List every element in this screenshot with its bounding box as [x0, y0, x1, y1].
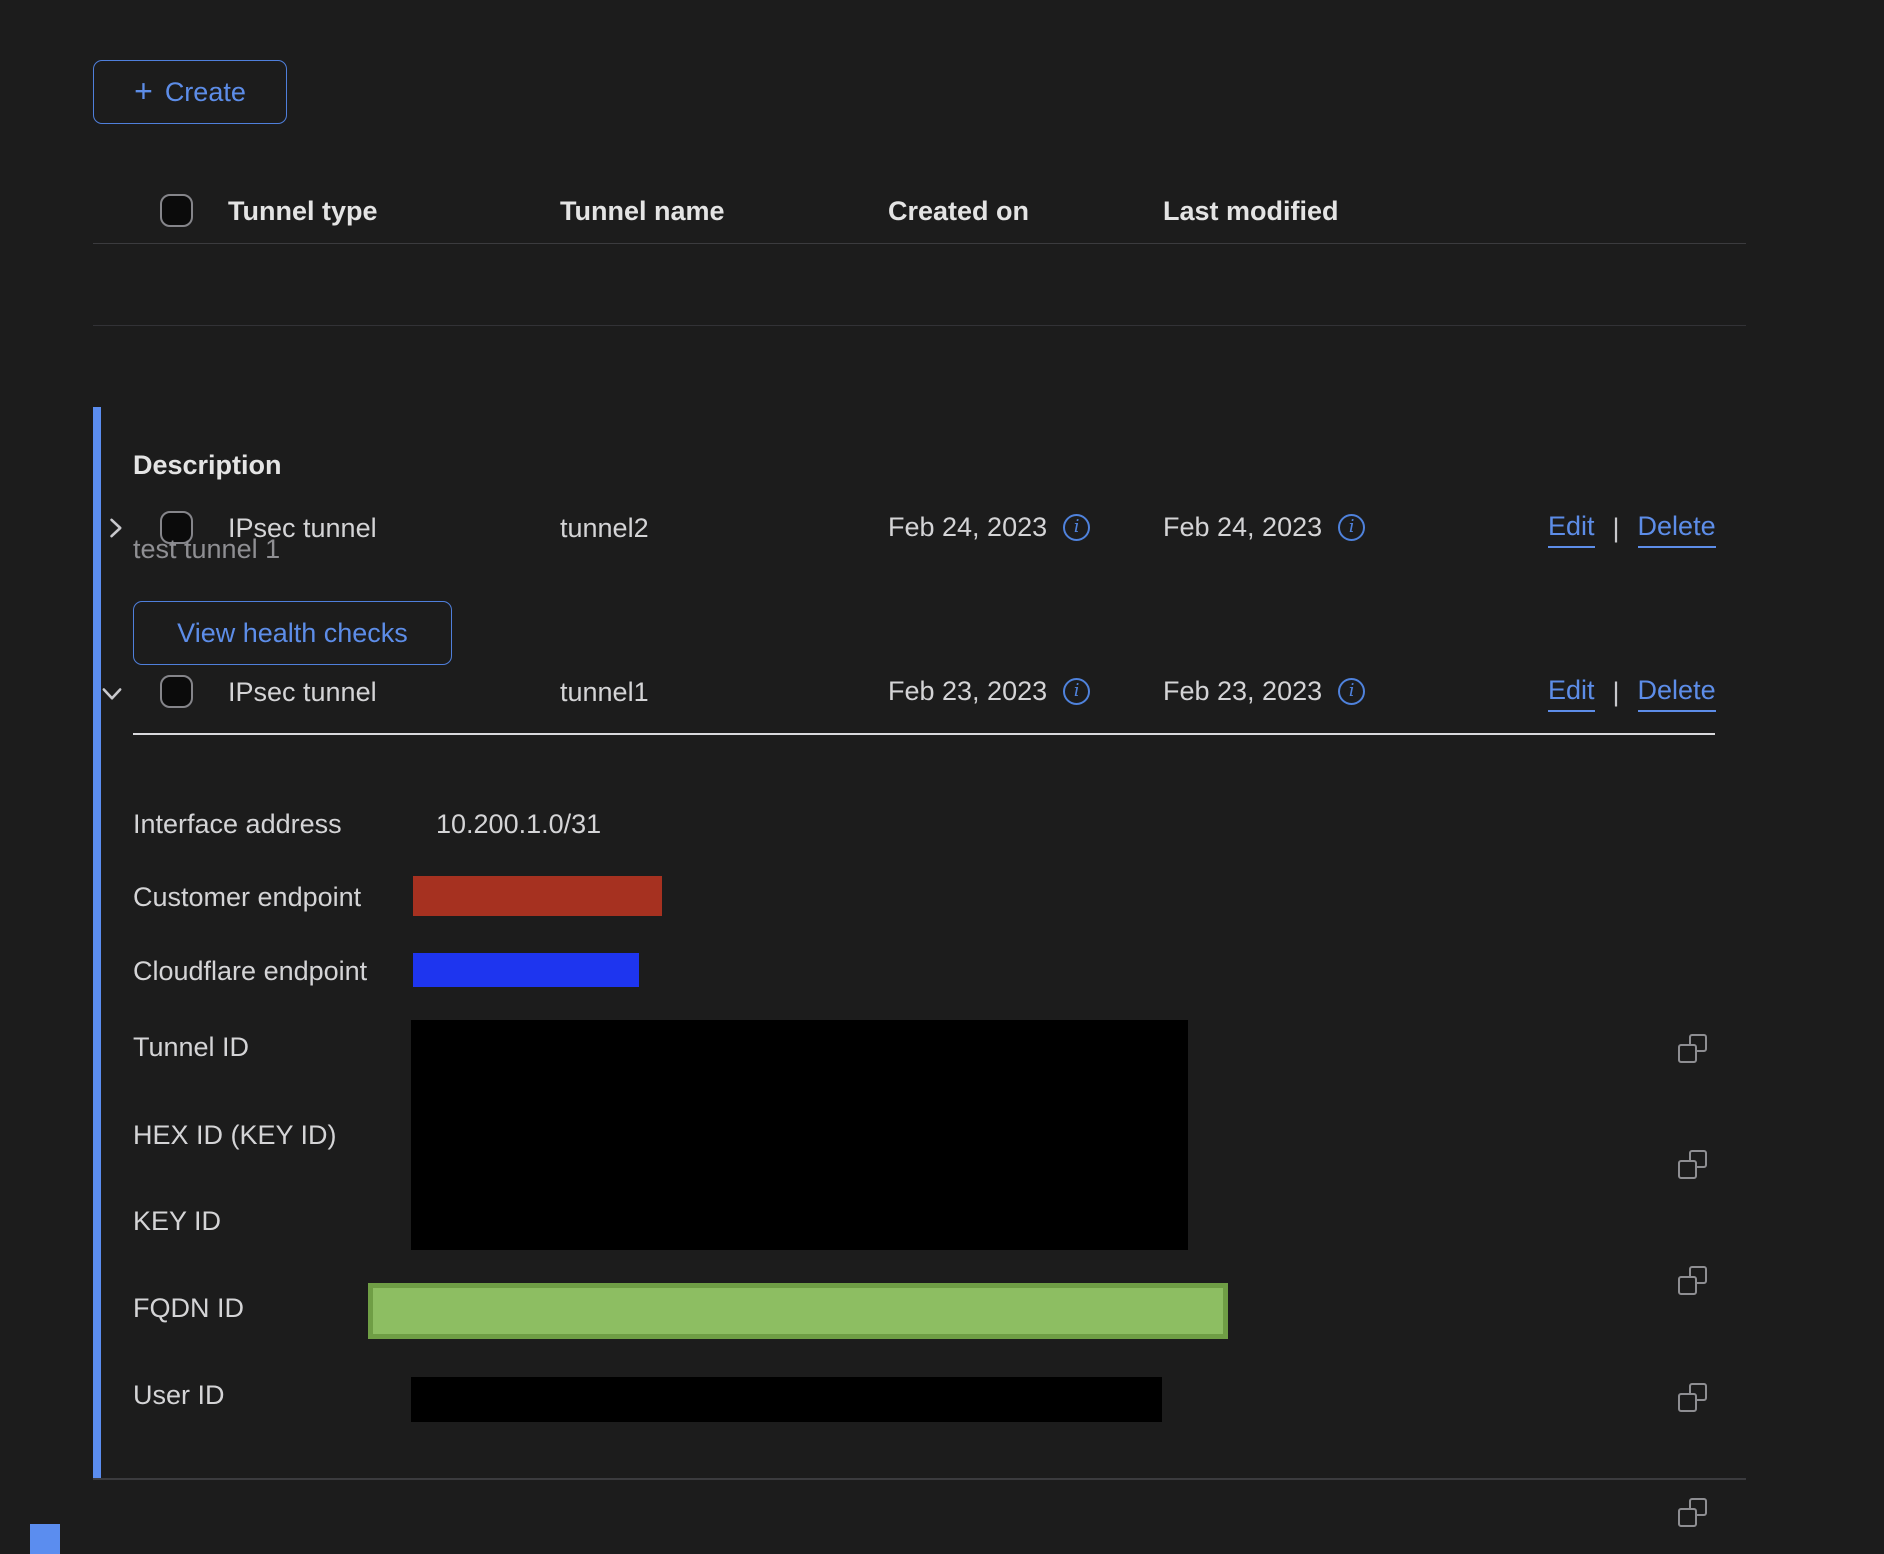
copy-hex-id-button[interactable]: [1678, 1150, 1707, 1179]
info-icon[interactable]: i: [1338, 678, 1365, 705]
description-value: test tunnel 1: [133, 531, 280, 567]
table-bottom-divider: [93, 1478, 1746, 1480]
tunnel-name-cell: tunnel2: [560, 510, 649, 546]
select-all-checkbox[interactable]: [160, 194, 193, 227]
view-health-checks-label: View health checks: [177, 618, 408, 649]
create-button[interactable]: + Create: [93, 60, 287, 124]
table-row: IPsec tunnel tunnel1 Feb 23, 2023 i Feb …: [0, 325, 1884, 407]
cloudflare-endpoint-redacted-value: [413, 953, 639, 987]
copy-key-id-button[interactable]: [1678, 1266, 1707, 1295]
tunnel-name-cell: tunnel1: [560, 674, 649, 710]
expanded-row-indicator-bar: [93, 407, 101, 1478]
key-id-label: KEY ID: [133, 1203, 221, 1239]
copy-tunnel-id-button[interactable]: [1678, 1034, 1707, 1063]
fqdn-id-redacted-value: [368, 1283, 1228, 1339]
last-modified-cell: Feb 23, 2023: [1163, 673, 1322, 709]
delete-link[interactable]: Delete: [1638, 673, 1716, 712]
column-header-created-on: Created on: [888, 193, 1029, 229]
link-separator: |: [1613, 513, 1620, 544]
user-id-label: User ID: [133, 1377, 225, 1413]
description-label: Description: [133, 447, 282, 483]
link-separator: |: [1613, 677, 1620, 708]
row-checkbox[interactable]: [160, 675, 193, 708]
viewport-edge-blue-fragment: [30, 1524, 60, 1554]
collapse-row-button[interactable]: [97, 678, 127, 708]
create-button-label: Create: [165, 77, 246, 108]
column-header-tunnel-name: Tunnel name: [560, 193, 725, 229]
chevron-right-icon: [101, 514, 129, 542]
created-on-cell: Feb 23, 2023: [888, 673, 1047, 709]
tunnel-type-cell: IPsec tunnel: [228, 674, 377, 710]
customer-endpoint-label: Customer endpoint: [133, 879, 361, 915]
view-health-checks-button[interactable]: View health checks: [133, 601, 452, 665]
section-divider: [133, 733, 1715, 735]
column-header-tunnel-type: Tunnel type: [228, 193, 378, 229]
interface-address-label: Interface address: [133, 806, 342, 842]
info-icon[interactable]: i: [1063, 678, 1090, 705]
tunnels-page: + Create Tunnel type Tunnel name Created…: [0, 0, 1884, 1554]
expand-row-button[interactable]: [100, 513, 130, 543]
table-row: IPsec tunnel tunnel2 Feb 24, 2023 i Feb …: [0, 243, 1884, 325]
interface-address-value: 10.200.1.0/31: [436, 806, 601, 842]
cloudflare-endpoint-label: Cloudflare endpoint: [133, 953, 367, 989]
edit-link[interactable]: Edit: [1548, 673, 1595, 712]
last-modified-cell: Feb 24, 2023: [1163, 509, 1322, 545]
hex-id-label: HEX ID (KEY ID): [133, 1117, 337, 1153]
created-on-cell: Feb 24, 2023: [888, 509, 1047, 545]
chevron-down-icon: [98, 679, 126, 707]
copy-fqdn-id-button[interactable]: [1678, 1383, 1707, 1412]
edit-link[interactable]: Edit: [1548, 509, 1595, 548]
user-id-redacted-value: [411, 1377, 1162, 1422]
column-header-last-modified: Last modified: [1163, 193, 1339, 229]
info-icon[interactable]: i: [1063, 514, 1090, 541]
tunnel-hex-key-redacted-values: [411, 1020, 1188, 1250]
fqdn-id-label: FQDN ID: [133, 1290, 244, 1326]
copy-user-id-button[interactable]: [1678, 1498, 1707, 1527]
plus-icon: +: [134, 76, 153, 106]
customer-endpoint-redacted-value: [413, 876, 662, 916]
tunnel-id-label: Tunnel ID: [133, 1029, 249, 1065]
delete-link[interactable]: Delete: [1638, 509, 1716, 548]
info-icon[interactable]: i: [1338, 514, 1365, 541]
